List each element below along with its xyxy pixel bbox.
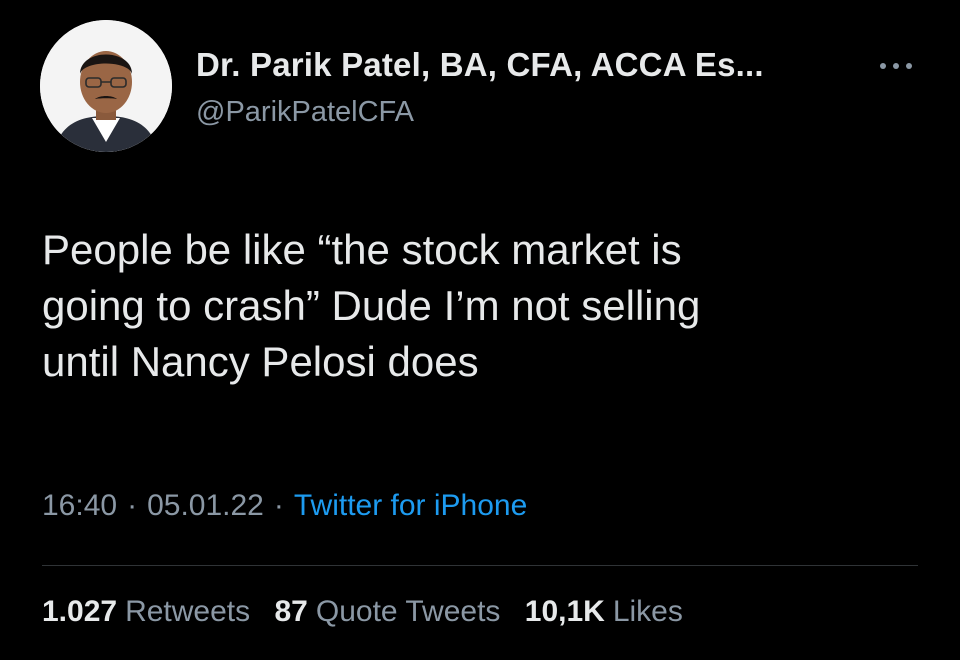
tweet-time[interactable]: 16:40 <box>42 489 117 522</box>
likes-stat[interactable]: 10,1K Likes <box>525 595 683 628</box>
tweet-text-line: until Nancy Pelosi does <box>42 338 479 385</box>
likes-count: 10,1K <box>524 595 605 628</box>
meta-separator: · <box>273 489 284 522</box>
meta-separator: · <box>127 489 138 522</box>
retweets-count: 1.027 <box>42 595 118 628</box>
tweet-text-line: People be like “the stock market is <box>42 226 682 273</box>
tweet-card: Dr. Parik Patel, BA, CFA, ACCA Es... @Pa… <box>0 0 960 660</box>
more-dot <box>893 63 899 69</box>
more-dot <box>880 63 886 69</box>
author-display-name[interactable]: Dr. Parik Patel, BA, CFA, ACCA Es... <box>196 46 764 84</box>
author-handle[interactable]: @ParikPatelCFA <box>196 96 414 129</box>
tweet-text-line: going to crash” Dude I’m not selling <box>42 282 701 329</box>
author-avatar[interactable] <box>40 20 172 152</box>
tweet-stats: 1.027 Retweets 87 Quote Tweets 10,1K Likes <box>42 595 699 629</box>
tweet-source-link[interactable]: Twitter for iPhone <box>294 489 527 522</box>
more-options-icon[interactable] <box>876 54 916 78</box>
likes-label: Likes <box>612 595 683 628</box>
quote-tweets-stat[interactable]: 87 Quote Tweets <box>274 595 500 628</box>
avatar-photo-icon <box>40 20 172 152</box>
retweets-stat[interactable]: 1.027 Retweets <box>42 595 250 628</box>
more-dot <box>906 63 912 69</box>
tweet-meta: 16:40 · 05.01.22 · Twitter for iPhone <box>42 489 527 523</box>
quote-tweets-count: 87 <box>274 595 308 628</box>
divider <box>42 565 918 566</box>
tweet-text: People be like “the stock market is goin… <box>42 222 922 390</box>
quote-tweets-label: Quote Tweets <box>315 595 501 628</box>
tweet-date[interactable]: 05.01.22 <box>147 489 264 522</box>
retweets-label: Retweets <box>125 595 251 628</box>
